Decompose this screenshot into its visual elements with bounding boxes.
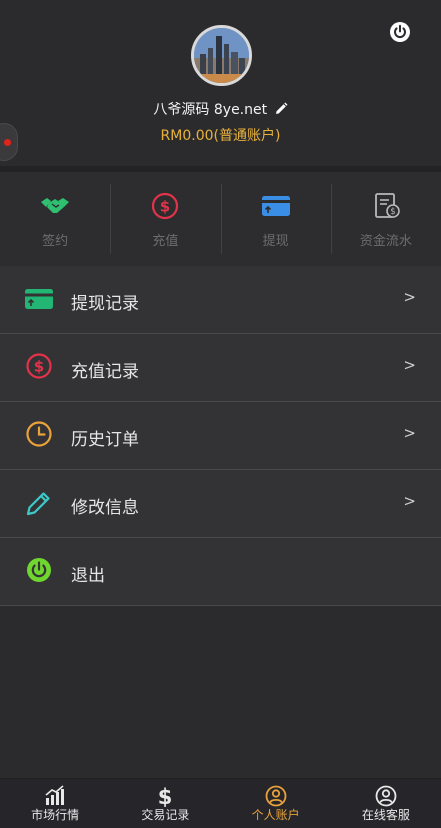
ledger-icon: $ — [374, 193, 400, 218]
tab-trade-records[interactable]: $ 交易记录 — [110, 779, 220, 828]
quick-action-sign[interactable]: 签约 — [0, 172, 110, 266]
power-icon[interactable] — [389, 21, 411, 43]
quick-action-recharge[interactable]: $ 充值 — [110, 172, 220, 266]
chevron-right-icon: > — [403, 356, 416, 374]
menu-item-label: 历史订单 — [71, 430, 139, 450]
tab-label: 交易记录 — [141, 808, 190, 822]
clock-icon — [26, 421, 52, 447]
card-icon — [25, 289, 53, 309]
quick-actions: 签约 $ 充值 提现 $ 资金流水 — [0, 172, 441, 266]
svg-text:$: $ — [160, 198, 170, 216]
menu-item-order-history[interactable]: 历史订单 > — [0, 402, 441, 470]
quick-action-withdraw[interactable]: 提现 — [220, 172, 331, 266]
avatar[interactable] — [191, 25, 252, 86]
chevron-right-icon: > — [403, 288, 416, 306]
dollar-circle-icon: $ — [152, 192, 179, 220]
chart-icon — [45, 785, 65, 805]
handshake-icon — [41, 198, 70, 213]
svg-text:$: $ — [158, 785, 173, 807]
tab-label: 市场行情 — [31, 808, 80, 822]
card-icon — [261, 196, 290, 216]
tab-online-support[interactable]: 在线客服 — [331, 779, 441, 828]
account-menu: 提现记录 > $ 充值记录 > 历史订单 > 修改信息 > 退出 — [0, 266, 441, 606]
svg-text:$: $ — [34, 358, 44, 376]
menu-item-label: 修改信息 — [71, 498, 139, 518]
pencil-icon[interactable] — [274, 102, 288, 116]
quick-action-label: 资金流水 — [359, 234, 412, 249]
power-icon — [27, 558, 51, 582]
account-balance: RM0.00(普通账户) — [160, 128, 281, 144]
chevron-right-icon: > — [403, 492, 416, 510]
tab-market[interactable]: 市场行情 — [0, 779, 110, 828]
dollar-icon: $ — [158, 785, 173, 807]
menu-item-withdraw-records[interactable]: 提现记录 > — [0, 266, 441, 334]
quick-action-label: 提现 — [262, 234, 289, 249]
menu-item-logout[interactable]: 退出 — [0, 538, 441, 606]
tab-label: 在线客服 — [361, 808, 410, 822]
username: 八爷源码 8ye.net — [153, 102, 268, 118]
quick-action-label: 充值 — [152, 234, 179, 249]
user-circle-icon — [265, 785, 287, 807]
dollar-circle-icon: $ — [26, 353, 52, 379]
username-row: 八爷源码 8ye.net — [0, 99, 441, 119]
quick-action-label: 签约 — [42, 234, 69, 249]
menu-item-label: 充值记录 — [71, 362, 139, 382]
menu-item-recharge-records[interactable]: $ 充值记录 > — [0, 334, 441, 402]
svg-text:$: $ — [390, 207, 395, 217]
pencil-icon — [26, 492, 50, 516]
profile-header: 八爷源码 8ye.net RM0.00(普通账户) — [0, 0, 441, 166]
menu-item-edit-info[interactable]: 修改信息 > — [0, 470, 441, 538]
user-circle-icon — [375, 785, 397, 807]
tab-personal-account[interactable]: 个人账户 — [221, 779, 331, 828]
bottom-tab-bar: 市场行情 $ 交易记录 个人账户 在线客服 — [0, 778, 441, 828]
tab-label: 个人账户 — [251, 808, 300, 822]
menu-item-label: 提现记录 — [71, 294, 139, 314]
quick-action-ledger[interactable]: $ 资金流水 — [330, 172, 441, 266]
chevron-right-icon: > — [403, 424, 416, 442]
floating-bubble[interactable] — [0, 123, 18, 161]
menu-item-label: 退出 — [71, 566, 105, 586]
